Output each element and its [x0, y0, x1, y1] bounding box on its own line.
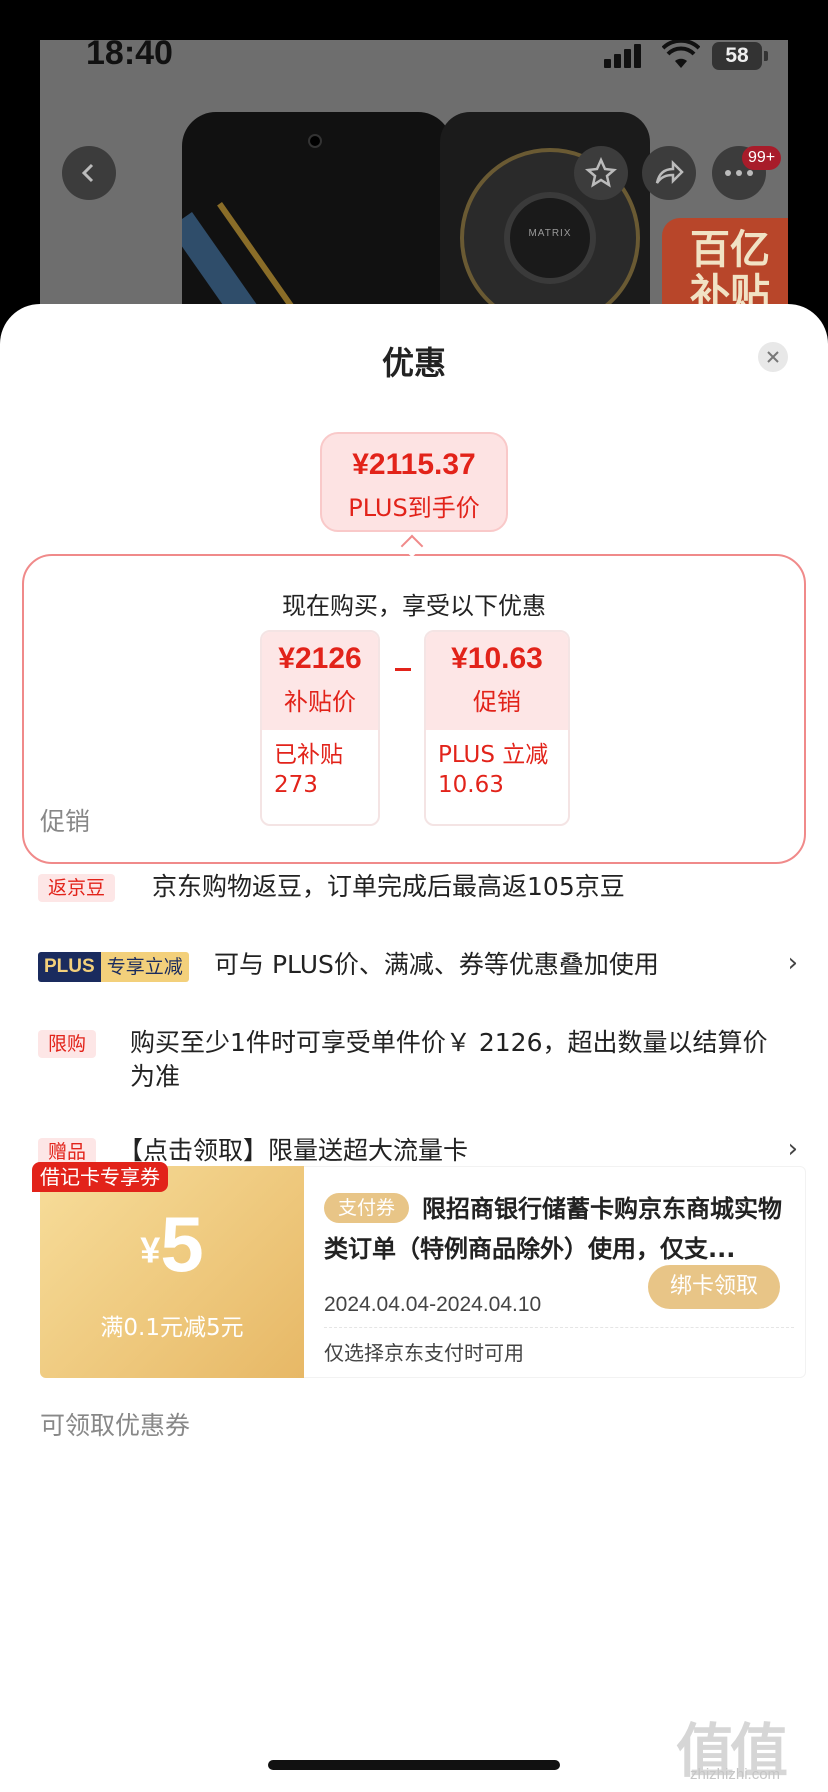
- back-button[interactable]: [62, 146, 116, 200]
- subsidy-tag: 百亿补贴: [662, 218, 788, 316]
- card-detail-value: 273: [274, 772, 318, 798]
- promotion-card: ¥10.63 促销 PLUS 立减 10.63: [424, 630, 570, 826]
- wifi-icon: [661, 38, 701, 70]
- coupon-divider: [324, 1327, 794, 1328]
- coupon-section-label: 可领取优惠券: [40, 1411, 191, 1440]
- card-value: ¥10.63: [451, 642, 543, 675]
- coupon-condition: 满0.1元减5元: [100, 1315, 244, 1342]
- share-button[interactable]: [642, 146, 696, 200]
- promo-row-limit: 限购 购买至少1件时可享受单件价￥ 2126，超出数量以结算价为准: [38, 1026, 798, 1102]
- chevron-right-icon: ›: [787, 1134, 798, 1164]
- status-time: 18:40: [86, 34, 173, 72]
- discount-sheet: 优惠 ¥2115.37 PLUS到手价 现在购买，享受以下优惠 ¥2126 补贴…: [0, 304, 828, 1792]
- close-icon: [767, 351, 779, 363]
- promo-text: 京东购物返豆，订单完成后最高返105京豆: [152, 872, 625, 901]
- coupon-card: ¥5 满0.1元减5元 借记卡专享券 限招商银行储蓄卡购京东商城实物类订单（特例…: [32, 1162, 806, 1378]
- home-indicator[interactable]: [268, 1760, 560, 1770]
- card-detail: PLUS 立减: [438, 742, 549, 768]
- chevron-left-icon: [81, 163, 94, 183]
- battery-tip: [764, 51, 768, 61]
- more-badge: 99+: [742, 146, 782, 170]
- more-icon: [725, 170, 753, 176]
- favorite-button[interactable]: [574, 146, 628, 200]
- coupon-badge: 借记卡专享券: [32, 1162, 168, 1192]
- promo-section-label: 促销: [40, 807, 91, 836]
- coupon-type-tag: 支付券: [324, 1193, 410, 1223]
- subsidy-price-card: ¥2126 补贴价 已补贴 273: [260, 630, 380, 826]
- promo-tag: 限购: [38, 1030, 97, 1058]
- card-label: 促销: [473, 688, 521, 716]
- coupon-date: 2024.04.04-2024.04.10: [324, 1293, 542, 1316]
- promo-text: 可与 PLUS价、满减、券等优惠叠加使用: [214, 950, 659, 979]
- plus-tag-label: PLUS: [38, 952, 101, 982]
- promo-tag: 返京豆: [38, 874, 116, 902]
- card-detail: 已补贴: [274, 742, 343, 768]
- breakdown-title: 现在购买，享受以下优惠: [282, 592, 546, 620]
- promo-text: 购买至少1件时可享受单件价￥ 2126，超出数量以结算价为准: [130, 1028, 768, 1091]
- coupon-note: 仅选择京东支付时可用: [324, 1341, 524, 1365]
- star-icon: [585, 157, 617, 188]
- bind-card-button[interactable]: 绑卡领取: [648, 1265, 780, 1309]
- chevron-right-icon: ›: [787, 948, 798, 978]
- promo-row-jingdou: 返京豆 京东购物返豆，订单完成后最高返105京豆: [38, 870, 798, 910]
- card-detail-value: 10.63: [438, 772, 504, 798]
- plus-tag-desc: 专享立减: [100, 952, 189, 982]
- camera-label: MATRIX: [528, 228, 572, 239]
- card-value: ¥2126: [278, 642, 362, 675]
- card-label: 补贴价: [284, 688, 356, 716]
- price-breakdown: 现在购买，享受以下优惠 ¥2126 补贴价 已补贴 273 ¥10.63 促销 …: [22, 554, 806, 864]
- coupon-amount: 5: [160, 1200, 204, 1288]
- coupon-value-panel: ¥5 满0.1元减5元: [40, 1166, 304, 1378]
- battery-indicator: 58: [712, 42, 762, 70]
- final-price-label: PLUS到手价: [348, 494, 480, 522]
- close-button[interactable]: [758, 342, 788, 372]
- coupon-currency: ¥: [140, 1229, 161, 1271]
- final-price-box: ¥2115.37 PLUS到手价: [320, 432, 508, 532]
- share-icon: [655, 159, 684, 185]
- watermark-url: zhizhizhi.com: [690, 1766, 781, 1783]
- minus-sign: [395, 668, 411, 671]
- plus-tag: PLUS 专享立减: [38, 952, 189, 982]
- signal-icon: [604, 44, 644, 68]
- final-price-amount: ¥2115.37: [352, 448, 476, 481]
- promo-row-plus[interactable]: PLUS 专享立减 可与 PLUS价、满减、券等优惠叠加使用 ›: [38, 948, 798, 988]
- promo-text: 【点击领取】限量送超大流量卡: [118, 1136, 469, 1165]
- coupon-detail-panel: 限招商银行储蓄卡购京东商城实物类订单（特例商品除外）使用，仅支... 支付券 2…: [304, 1166, 806, 1378]
- sheet-title: 优惠: [381, 344, 446, 382]
